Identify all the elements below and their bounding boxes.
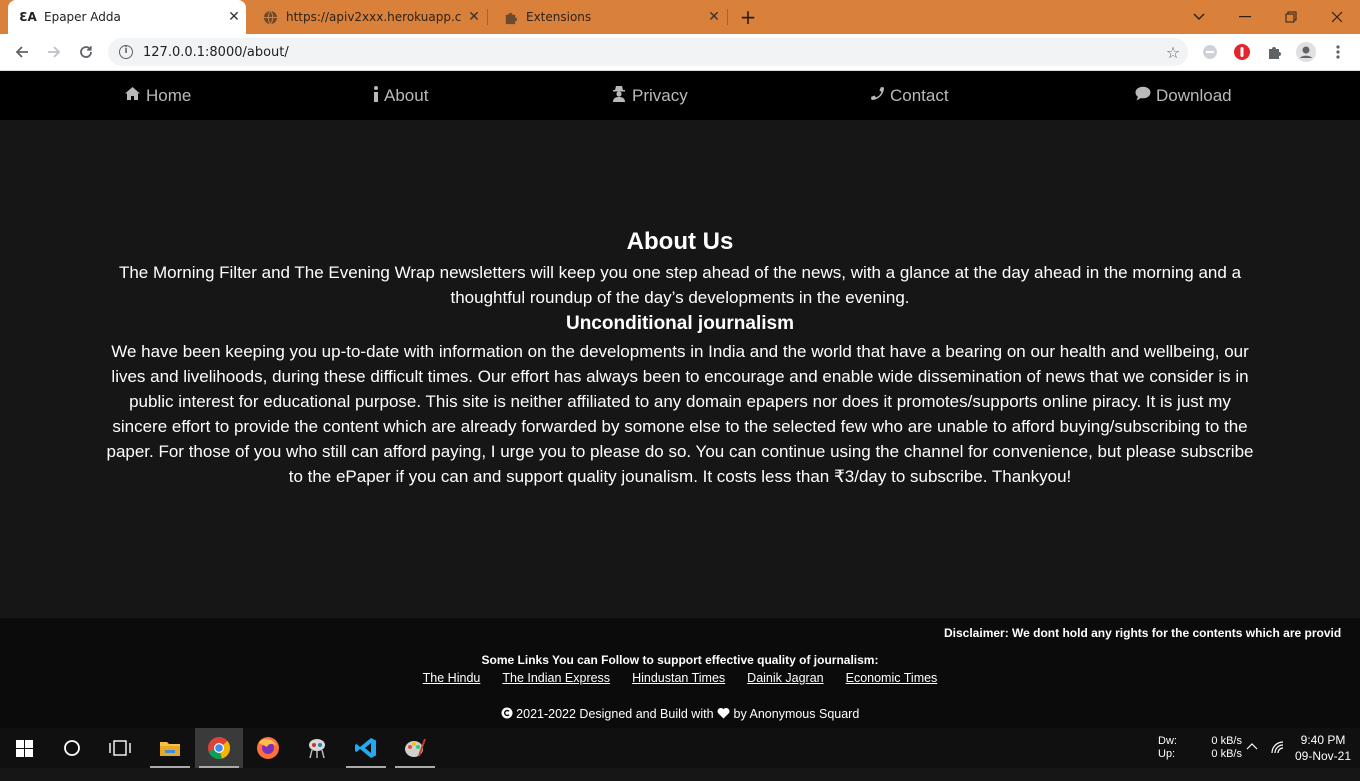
app-icon[interactable] [293,728,341,768]
nav-contact-label: Contact [890,85,949,105]
link-economic-times[interactable]: Economic Times [846,671,938,685]
nav-about-link[interactable]: About [373,71,428,120]
nav-download-link[interactable]: Download [1135,71,1232,120]
tab-separator [487,9,488,25]
network-speed-values: 0 kB/s 0 kB/s [1206,735,1242,775]
minimize-button[interactable] [1222,0,1268,34]
chevron-up-icon[interactable] [1246,741,1258,781]
search-icon[interactable] [48,728,96,768]
file-explorer-icon[interactable] [146,728,194,768]
nav-about-label: About [384,85,429,105]
restore-button[interactable] [1268,0,1314,34]
tab-separator [727,9,728,25]
journalism-subtitle: Unconditional journalism [565,313,794,334]
bookmark-star-icon[interactable]: ☆ [1158,43,1188,62]
home-icon [124,86,141,105]
site-info-icon[interactable]: i [119,45,133,59]
tab-search-icon[interactable] [1176,0,1222,34]
extensions-puzzle-icon[interactable] [1264,42,1284,62]
copyright-line: 2021-2022 Designed and Build with by Ano… [0,707,1360,721]
disclaimer-marquee: Disclaimer: We dont hold any rights for … [944,626,1342,640]
nav-privacy-label: Privacy [632,85,688,105]
adblock-extension-icon[interactable] [1232,42,1252,62]
reload-button[interactable] [72,38,100,66]
download-speed: 0 kB/s [1211,735,1242,747]
site-navbar: Home About Privacy Contact Download [0,71,1360,120]
follow-links-heading: Some Links You can Follow to support eff… [481,653,879,667]
copyright-suffix: by Anonymous Squard [733,707,860,721]
address-bar[interactable]: i 127.0.0.1:8000/about/ ☆ [108,38,1188,66]
copyright-icon [501,707,516,721]
more-menu-icon[interactable] [1328,42,1348,62]
wifi-icon[interactable] [1270,740,1286,780]
copyright-text: 2021-2022 Designed and Build with [516,707,714,721]
tab-title: Extensions [526,10,592,24]
link-the-hindu[interactable]: The Hindu [423,671,481,685]
browser-toolbar: i 127.0.0.1:8000/about/ ☆ [0,34,1360,71]
nav-download-label: Download [1156,85,1232,105]
start-button[interactable] [0,728,48,768]
heart-icon [717,707,733,721]
clock[interactable]: 9:40 PM 09-Nov-21 [1290,732,1356,772]
info-icon [373,85,379,106]
phone-icon [870,86,885,105]
about-intro-paragraph: The Morning Filter and The Evening Wrap … [118,263,1242,307]
follow-links-list: The Hindu The Indian Express Hindustan T… [0,671,1360,685]
upload-label: Up: [1158,748,1176,760]
task-view-icon[interactable] [96,728,144,768]
nav-privacy-link[interactable]: Privacy [611,71,688,120]
back-button[interactable] [8,38,36,66]
close-tab-icon[interactable]: ✕ [702,9,726,25]
about-section: About Us The Morning Filter and The Even… [0,120,1360,618]
journalism-paragraph: We have been keeping you up-to-date with… [106,342,1254,486]
close-tab-icon[interactable]: ✕ [462,9,486,25]
network-speed-labels: Dw: Up: [1158,735,1177,775]
close-tab-icon[interactable]: ✕ [222,9,246,25]
tab-heroku[interactable]: https://apiv2xxx.herokuapp.com/ ✕ [250,0,486,34]
clock-time: 9:40 PM [1300,733,1346,747]
tab-title: Epaper Adda [44,10,121,24]
forward-button[interactable] [40,38,68,66]
link-dainik-jagran[interactable]: Dainik Jagran [747,671,823,685]
chrome-icon[interactable] [195,728,243,768]
comment-icon [1135,86,1151,105]
link-hindustan-times[interactable]: Hindustan Times [632,671,725,685]
url-text[interactable]: 127.0.0.1:8000/about/ [143,45,1158,60]
close-window-button[interactable] [1314,0,1360,34]
download-label: Dw: [1158,735,1177,747]
upload-speed: 0 kB/s [1211,748,1242,760]
user-secret-icon [611,85,627,106]
new-tab-button[interactable]: + [736,5,760,29]
clock-date: 09-Nov-21 [1294,749,1352,763]
site-footer: Disclaimer: We dont hold any rights for … [0,618,1360,728]
link-extension-icon[interactable] [1200,42,1220,62]
nav-home-link[interactable]: Home [124,71,191,120]
browser-tab-strip: ƐA Epaper Adda ✕ https://apiv2xxx.heroku… [0,0,1360,34]
tab-extensions[interactable]: Extensions ✕ [490,0,726,34]
epaper-logo-icon: ƐA [19,10,37,24]
puzzle-icon [502,9,518,25]
about-title: About Us [626,228,734,255]
firefox-icon[interactable] [244,728,292,768]
tab-epaper-adda[interactable]: ƐA Epaper Adda ✕ [8,0,246,34]
nav-contact-link[interactable]: Contact [870,71,949,120]
globe-icon [262,9,278,25]
tab-title: https://apiv2xxx.herokuapp.com/ [286,10,462,24]
paint-icon[interactable] [391,728,439,768]
nav-home-label: Home [146,85,192,105]
profile-avatar-icon[interactable] [1296,42,1316,62]
vscode-icon[interactable] [342,728,390,768]
windows-taskbar: Dw: Up: 0 kB/s 0 kB/s 9:40 PM 09-Nov-21 [0,728,1360,768]
link-the-indian-express[interactable]: The Indian Express [502,671,610,685]
